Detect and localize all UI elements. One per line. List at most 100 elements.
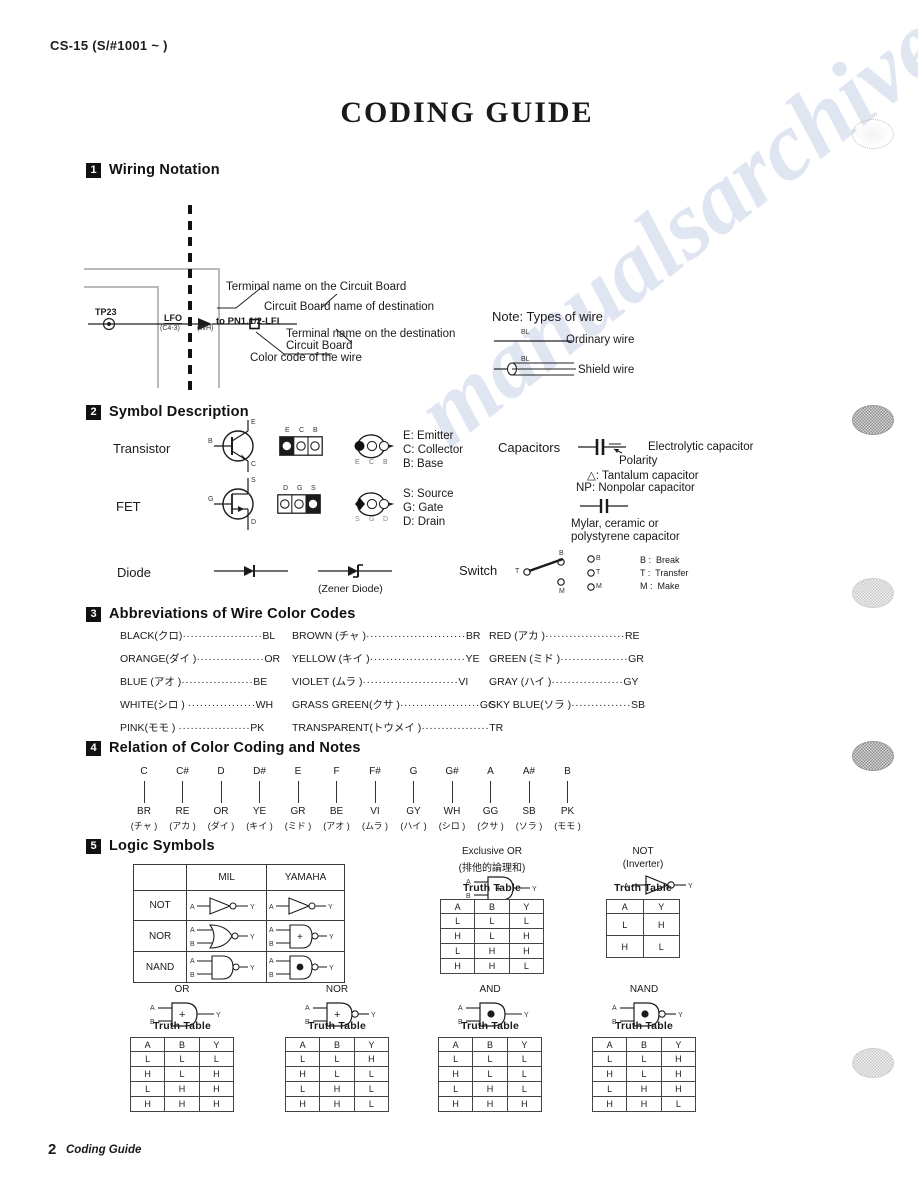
color-code-abbrev: GY [623,676,639,688]
truth-table-cell: L [437,1051,474,1067]
svg-text:B: B [190,972,195,979]
truth-table-cell: L [284,1081,321,1097]
note-color-pair: F# VI (ムラ ) [353,766,397,832]
truth-table-header: A [284,1037,321,1052]
svg-text:A: A [150,1005,155,1012]
truth-table-cell: L [508,913,545,929]
shield-wire-code: BL [521,356,530,363]
note-color-pair: A GG (クサ ) [469,766,513,832]
color-code-entry: VIOLET (ムラ )························VI [292,674,468,689]
switch-terminal-b: B [559,550,564,557]
table-header-row: ABY [437,1037,543,1052]
note-color-pair: C BR (チャ ) [122,766,166,832]
color-code-abbrev: VI [458,676,469,688]
svg-text:A: A [269,904,274,911]
fet-package-pin-s: S [311,485,316,492]
leader-dots: ···················· [399,699,480,711]
musical-note-name: F [333,766,340,777]
diode-label: Diode [117,565,151,580]
svg-text:Y: Y [329,934,334,941]
symtab-yamaha-nor: A B + Y [266,920,345,952]
shield-wire-graphic [494,358,580,378]
wire-color-kana: (チャ ) [130,821,158,831]
truth-table-cell: H [353,1051,390,1067]
svg-text:B: B [269,941,274,948]
wire-color-kana: (ミド ) [284,821,312,831]
leader-dots: ················· [560,653,629,665]
connector-line [143,781,145,803]
symtab-mil-nor: A B Y [186,920,268,952]
switch-legend-transfer: T : Transfer [640,568,689,578]
table-row: LLL [439,913,545,929]
truth-table-cell: L [626,1051,662,1067]
truth-table-header: Y [660,1037,697,1052]
connector-line [259,781,260,803]
color-code-entry: ORANGE(ダイ )·················OR [120,651,280,666]
leader-dots: ························ [362,676,459,688]
connector-line [451,781,453,803]
svg-text:A: A [190,904,195,911]
section-number: 4 [86,740,101,756]
color-code-entry: PINK(モモ ) ··················PK [120,720,264,735]
page-title: CODING GUIDE [340,96,594,129]
margin-mark-3 [852,578,894,608]
table-row: HLL [284,1066,390,1082]
section-title: Abbreviations of Wire Color Codes [109,606,356,622]
connector-line [336,781,337,803]
truth-table-cell: L [284,1051,321,1067]
connector-line [182,781,183,803]
pcb-trace-inner [84,286,158,288]
table-row: LH [606,913,680,936]
color-code-entry: GRASS GREEN(クサ )····················GG [292,697,496,712]
truth-table-header: A [437,1037,474,1052]
color-code-name: PINK(モモ ) [120,722,179,734]
svg-text:Y: Y [216,1012,221,1019]
note-color-pair: B PK (モモ ) [546,766,590,832]
truth-table-cell: H [474,943,510,959]
svg-text:Y: Y [329,965,334,972]
truth-table-cell: L [319,1051,355,1067]
color-code-name: RED (アカ ) [489,630,545,642]
truth-table-caption: Truth Table [307,1020,366,1032]
fet-legend-drain: D: Drain [403,516,446,528]
table-row: LHH [439,943,545,959]
truth-table-cell: L [506,1051,543,1067]
color-code-abbrev: GR [628,653,644,665]
table-row: HLH [129,1066,235,1082]
wire-color-kana: (ハイ ) [400,821,427,831]
truth-table-header: B [474,899,510,914]
pcb-trace-outer [84,268,220,270]
fet-package-pin-g: G [297,485,303,492]
truth-table-cell: L [439,943,476,959]
color-code-abbrev: OR [264,653,281,665]
table-header-row: ABY [284,1037,390,1052]
fet-package-round [352,492,396,517]
transistor-schematic-symbol [208,418,270,474]
symtab-header-mil: MIL [186,864,268,891]
symtab-mil-nand: A B Y [186,951,268,983]
color-code-name: GRASS GREEN(クサ ) [292,699,400,711]
truth-table-cell: L [164,1066,200,1082]
wire-color-abbrev: GR [290,806,306,817]
section-heading-logic-symbols: 5 Logic Symbols [86,838,215,854]
wire-color-abbrev: GY [406,806,421,817]
wire-color-abbrev: VI [370,806,380,817]
note-color-pair: C# RE (アカ ) [161,766,205,832]
leader-dots: ··············· [571,699,632,711]
truth-table-header: A [606,899,644,914]
truth-table-cell: H [508,943,545,959]
table-row: HLL [437,1066,543,1082]
wire-color-abbrev: SB [522,806,536,817]
switch-label: Switch [459,563,498,578]
truth-table-cell: H [198,1081,235,1097]
margin-mark-2 [852,405,894,435]
color-code-name: GRAY (ハイ ) [489,676,552,688]
table-row: LHH [591,1081,697,1097]
fet-package-flat [277,494,321,514]
color-code-abbrev: WH [255,699,274,711]
musical-note-name: D [217,766,225,777]
color-code-abbrev: SB [631,699,646,711]
table-header-row: ABY [439,899,545,914]
color-code-name: SKY BLUE(ソラ ) [489,699,572,711]
switch-legend-break: B : Break [640,555,680,565]
